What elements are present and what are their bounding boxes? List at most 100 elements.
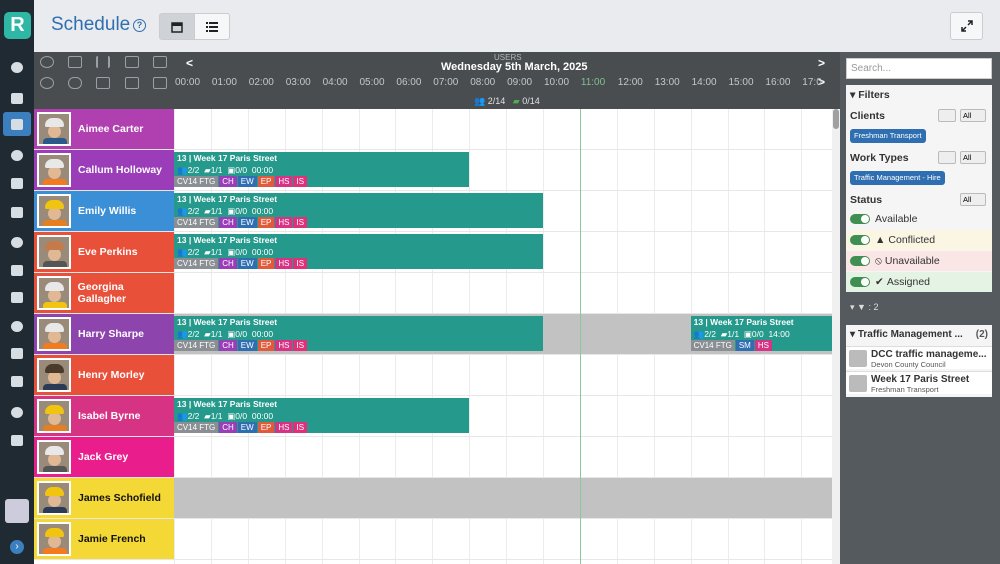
row-timeline[interactable]	[174, 109, 834, 149]
search-input[interactable]: Search...	[846, 58, 992, 79]
avatar-hat	[45, 528, 64, 537]
calendar-icon[interactable]	[3, 112, 31, 136]
help-icon[interactable]	[3, 400, 31, 424]
user-name-cell[interactable]: Aimee Carter	[34, 109, 174, 149]
user-avatar[interactable]	[5, 499, 29, 523]
chart-icon[interactable]	[3, 200, 31, 224]
status-toggle[interactable]	[850, 256, 870, 266]
user-name-cell[interactable]: Emily Willis	[34, 191, 174, 231]
row-timeline[interactable]	[174, 519, 834, 559]
home-icon[interactable]	[3, 55, 31, 79]
inbox-icon[interactable]	[3, 258, 31, 282]
all-status-button[interactable]: All	[960, 193, 986, 206]
status-filter-available[interactable]: Available	[846, 209, 992, 229]
job-block[interactable]: 13 | Week 17 Paris Street 👥2/2 ▰1/1 ▣0/0 …	[174, 316, 543, 351]
user-name-cell[interactable]: Harry Sharpe	[34, 314, 174, 354]
job-vehicles: 1/1	[210, 206, 223, 216]
job-block[interactable]: 13 | Week 17 Paris Street 👥2/2 ▰1/1 ▣0/0 …	[174, 234, 543, 269]
status-toggle[interactable]	[850, 235, 870, 245]
all-work-types-button[interactable]: All	[960, 151, 986, 164]
help-icon[interactable]: ?	[133, 19, 146, 32]
sort-icon[interactable]	[96, 56, 110, 68]
status-filter-assigned[interactable]: ✔ Assigned	[846, 272, 992, 292]
avatar-hat	[45, 118, 64, 127]
user-name-cell[interactable]: Callum Holloway	[34, 150, 174, 190]
add-calendar-icon[interactable]	[125, 56, 139, 68]
app-logo[interactable]: R	[4, 12, 31, 39]
qualification-chip: EW	[237, 176, 257, 187]
user-name-cell[interactable]: Jamie French	[34, 519, 174, 559]
notes-icon[interactable]	[3, 171, 31, 195]
status-toggle[interactable]	[850, 214, 870, 224]
calendar-view-button[interactable]	[159, 13, 195, 40]
row-timeline[interactable]	[174, 437, 834, 477]
settings-icon[interactable]	[40, 56, 54, 68]
user-name-cell[interactable]: Georgina Gallagher	[34, 273, 174, 313]
user-name-cell[interactable]: Jack Grey	[34, 437, 174, 477]
map-icon[interactable]	[125, 77, 139, 89]
calendar-icon[interactable]	[96, 77, 110, 89]
filters-title[interactable]: ▾ Filters	[850, 89, 890, 101]
avatar-body	[43, 384, 67, 390]
filter-count[interactable]: ▾ ▼ : 2	[846, 299, 992, 317]
documents-icon[interactable]	[3, 86, 31, 110]
search-icon[interactable]	[40, 77, 54, 89]
job-block[interactable]: 13 | Week 17 Paris Street 👥2/2 ▰1/1 ▣0/0 …	[690, 316, 839, 351]
chat-icon[interactable]	[3, 369, 31, 393]
mobile-icon-glyph	[11, 347, 23, 359]
work-item[interactable]: Week 17 Paris Street Freshman Transport	[846, 371, 992, 394]
avatar-hat	[45, 159, 64, 168]
job-block[interactable]: 13 | Week 17 Paris Street 👥2/2 ▰1/1 ▣0/0 …	[174, 193, 543, 228]
next-day-button[interactable]: >	[818, 56, 825, 70]
job-title: 13 | Week 17 Paris Street	[177, 399, 278, 409]
qualification-chip: CH	[219, 176, 237, 187]
prev-day-button[interactable]: <	[186, 56, 193, 70]
row-timeline[interactable]	[174, 355, 834, 395]
lightbulb-icon[interactable]	[3, 230, 31, 254]
job-block[interactable]: 13 | Week 17 Paris Street 👥2/2 ▰1/1 ▣0/0 …	[174, 398, 470, 433]
user-name-cell[interactable]: James Schofield	[34, 478, 174, 518]
status-icon: ⦸	[875, 254, 882, 267]
all-clients-button[interactable]: All	[960, 109, 986, 122]
work-item[interactable]: DCC traffic manageme... Devon County Coun…	[846, 346, 992, 369]
user-avatar	[37, 358, 71, 392]
user-name: Aimee Carter	[78, 123, 144, 135]
mobile-icon[interactable]	[3, 341, 31, 365]
vehicle-reg-chip: CV14 FTG	[174, 217, 219, 228]
edit-clients-button[interactable]	[938, 109, 956, 122]
user-name: Isabel Byrne	[78, 410, 141, 422]
expand-sidebar-icon[interactable]: ›	[10, 540, 24, 554]
sliders-icon[interactable]	[68, 56, 82, 68]
scrollbar-thumb[interactable]	[833, 109, 839, 129]
scrollbar[interactable]	[832, 109, 840, 564]
user-name-cell[interactable]: Isabel Byrne	[34, 396, 174, 436]
status-filter-unavailable[interactable]: ⦸ Unavailable	[846, 251, 992, 271]
hour-label: 09:00	[507, 77, 533, 88]
list-view-button[interactable]	[194, 13, 230, 40]
fullscreen-button[interactable]	[950, 12, 983, 40]
status-filter-conflicted[interactable]: ▲ Conflicted	[846, 230, 992, 250]
avatar-hat	[45, 446, 64, 455]
user-name-cell[interactable]: Eve Perkins	[34, 232, 174, 272]
reports-icon[interactable]	[3, 143, 31, 167]
edit-work-types-button[interactable]	[938, 151, 956, 164]
user-name-cell[interactable]: Henry Morley	[34, 355, 174, 395]
group-title[interactable]: ▾ Traffic Management ...	[850, 329, 963, 340]
job-block[interactable]: 13 | Week 17 Paris Street 👥2/2 ▰1/1 ▣0/0 …	[174, 152, 470, 187]
eye-icon[interactable]	[68, 77, 82, 89]
current-date: Wednesday 5th March, 2025	[441, 61, 588, 73]
avatar-body	[43, 302, 67, 308]
grid-icon[interactable]	[153, 77, 167, 89]
briefcase-icon[interactable]	[3, 285, 31, 309]
status-toggle[interactable]	[850, 277, 870, 287]
work-type-filter-pill[interactable]: Traffic Management - Hire	[850, 171, 945, 185]
client-filter-pill[interactable]: Freshman Transport	[850, 129, 926, 143]
user-avatar	[37, 399, 71, 433]
work-item-title: Week 17 Paris Street	[871, 374, 970, 385]
settings-icon[interactable]	[3, 428, 31, 452]
row-timeline[interactable]	[174, 478, 834, 518]
user-icon[interactable]	[3, 314, 31, 338]
qualification-chip: HS	[275, 422, 293, 433]
row-timeline[interactable]	[174, 273, 834, 313]
copy-icon[interactable]	[153, 56, 167, 68]
